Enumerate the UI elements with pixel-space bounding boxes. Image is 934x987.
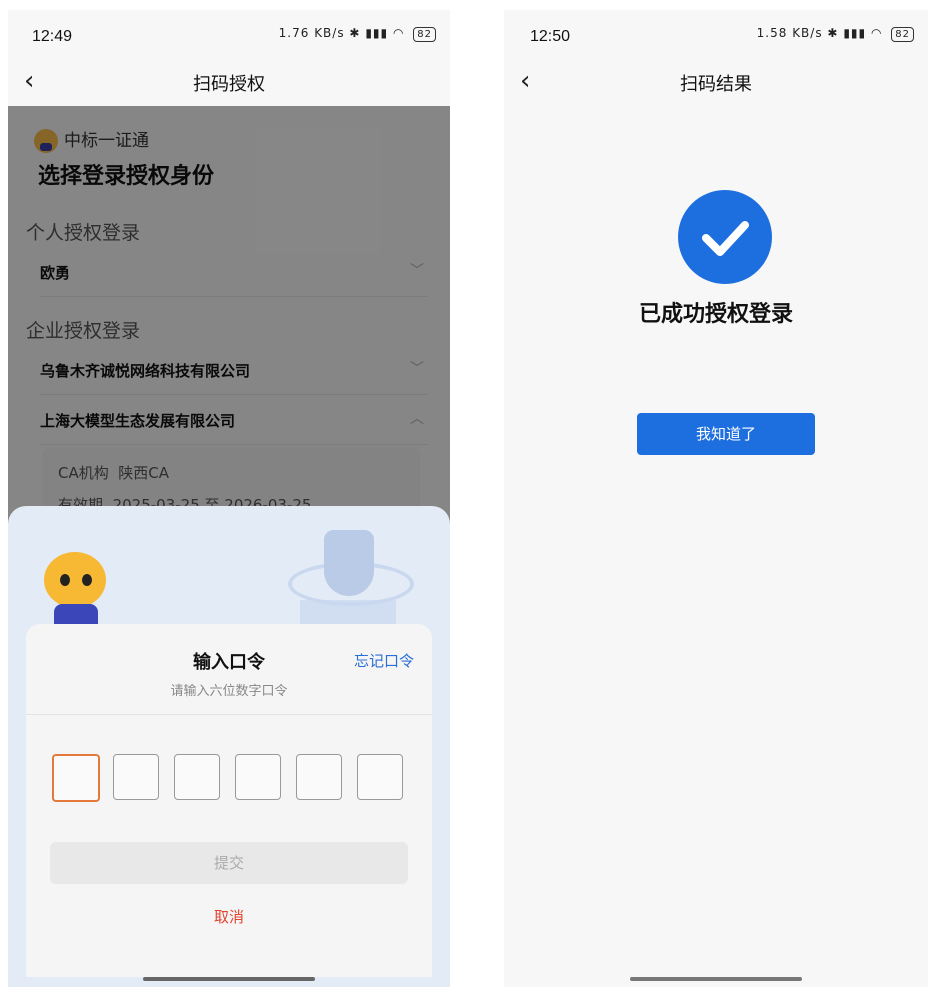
success-check-icon: [678, 190, 772, 284]
passcode-digit-3[interactable]: [174, 754, 220, 800]
passcode-digit-6[interactable]: [357, 754, 403, 800]
passcode-digit-4[interactable]: [235, 754, 281, 800]
page-title: 扫码结果: [680, 74, 752, 95]
nav-bar: ‹ 扫码授权: [8, 62, 450, 106]
divider: [26, 714, 432, 715]
mascot-illustration: [38, 546, 112, 626]
cancel-button[interactable]: 取消: [26, 906, 432, 927]
status-bar: 12:50 1.58 KB/s ✱ ▮▮▮ ◠ 82: [504, 10, 928, 60]
wifi-icon: ◠: [870, 26, 883, 40]
passcode-digit-2[interactable]: [113, 754, 159, 800]
signal-icon: ▮▮▮: [843, 26, 867, 40]
status-bar: 12:49 1.76 KB/s ✱ ▮▮▮ ◠ 82: [8, 10, 450, 60]
wifi-icon: ◠: [392, 26, 405, 40]
net-speed: 1.76 KB/s: [278, 26, 345, 40]
net-speed: 1.58 KB/s: [756, 26, 823, 40]
acknowledge-button[interactable]: 我知道了: [637, 413, 815, 455]
battery-icon: 82: [413, 27, 436, 42]
status-icons: 1.76 KB/s ✱ ▮▮▮ ◠ 82: [279, 26, 436, 42]
right-phone-screen: 12:50 1.58 KB/s ✱ ▮▮▮ ◠ 82 ‹ 扫码结果 已成功授权登…: [504, 10, 928, 987]
success-message: 已成功授权登录: [638, 302, 793, 327]
page-title: 扫码授权: [193, 74, 265, 95]
passcode-digit-1[interactable]: [52, 754, 100, 802]
passcode-card: 输入口令 忘记口令 请输入六位数字口令 提交 取消: [26, 624, 432, 977]
left-phone-screen: 12:49 1.76 KB/s ✱ ▮▮▮ ◠ 82 ‹ 扫码授权 中标一证通 …: [8, 10, 450, 987]
status-icons: 1.58 KB/s ✱ ▮▮▮ ◠ 82: [757, 26, 914, 42]
submit-button[interactable]: 提交: [50, 842, 408, 884]
home-indicator: [630, 977, 802, 981]
shield-illustration: [284, 526, 414, 630]
passcode-digit-5[interactable]: [296, 754, 342, 800]
home-indicator: [143, 977, 315, 981]
status-time: 12:49: [32, 28, 73, 45]
signal-icon: ▮▮▮: [365, 26, 389, 40]
forgot-passcode-link[interactable]: 忘记口令: [354, 650, 414, 671]
battery-icon: 82: [891, 27, 914, 42]
bluetooth-icon: ✱: [827, 26, 839, 40]
bluetooth-icon: ✱: [349, 26, 361, 40]
status-time: 12:50: [530, 28, 571, 45]
passcode-hint: 请输入六位数字口令: [170, 684, 288, 699]
nav-bar: ‹ 扫码结果: [504, 62, 928, 106]
